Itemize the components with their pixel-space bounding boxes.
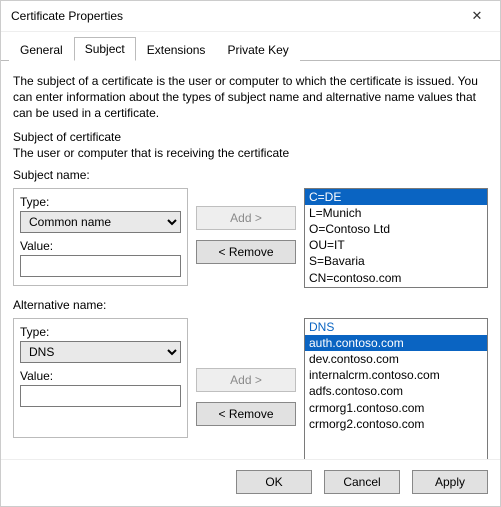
tab-general[interactable]: General xyxy=(9,38,74,61)
subject-heading: Subject of certificate xyxy=(13,130,488,144)
altname-name-label: Alternative name: xyxy=(13,298,488,312)
alternative-name-row: Type: DNS Value: Add > < Remove DNS auth… xyxy=(13,318,488,459)
list-item[interactable]: internalcrm.contoso.com xyxy=(305,367,487,383)
altname-type-select[interactable]: DNS xyxy=(20,341,181,363)
list-item[interactable]: S=Bavaria xyxy=(305,253,487,269)
tab-private-key[interactable]: Private Key xyxy=(216,38,299,61)
list-item[interactable]: CN=contoso.com xyxy=(305,270,487,286)
altname-value-label: Value: xyxy=(20,369,181,383)
subject-remove-button[interactable]: < Remove xyxy=(196,240,296,264)
cancel-button[interactable]: Cancel xyxy=(324,470,400,494)
dialog-button-bar: OK Cancel Apply xyxy=(1,459,500,506)
list-item[interactable]: O=Contoso Ltd xyxy=(305,221,487,237)
window-title: Certificate Properties xyxy=(11,9,456,23)
apply-button[interactable]: Apply xyxy=(412,470,488,494)
list-item[interactable]: crmorg2.contoso.com xyxy=(305,416,487,432)
list-item[interactable]: crmorg1.contoso.com xyxy=(305,400,487,416)
subject-list-container: C=DE L=Munich O=Contoso Ltd OU=IT S=Bava… xyxy=(304,188,488,288)
subject-buttons: Add > < Remove xyxy=(196,188,296,264)
subject-add-button[interactable]: Add > xyxy=(196,206,296,230)
tab-extensions[interactable]: Extensions xyxy=(136,38,217,61)
subject-subheading: The user or computer that is receiving t… xyxy=(13,146,488,160)
list-item[interactable]: OU=IT xyxy=(305,237,487,253)
list-item[interactable]: C=DE xyxy=(305,189,487,205)
list-item[interactable]: L=Munich xyxy=(305,205,487,221)
tab-subject[interactable]: Subject xyxy=(74,37,136,61)
altname-add-button[interactable]: Add > xyxy=(196,368,296,392)
altname-remove-button[interactable]: < Remove xyxy=(196,402,296,426)
subject-name-label: Subject name: xyxy=(13,168,488,182)
tab-strip: General Subject Extensions Private Key xyxy=(1,36,500,61)
altname-list-container: DNS auth.contoso.com dev.contoso.com int… xyxy=(304,318,488,459)
subject-name-row: Type: Common name Value: Add > < Remove … xyxy=(13,188,488,288)
list-item[interactable]: adfs.contoso.com xyxy=(305,383,487,399)
list-header: DNS xyxy=(305,319,487,335)
subject-list[interactable]: C=DE L=Munich O=Contoso Ltd OU=IT S=Bava… xyxy=(304,188,488,288)
subject-value-input[interactable] xyxy=(20,255,181,277)
close-icon: ✕ xyxy=(472,8,483,24)
close-button[interactable]: ✕ xyxy=(456,2,498,30)
altname-value-input[interactable] xyxy=(20,385,181,407)
titlebar: Certificate Properties ✕ xyxy=(1,1,500,32)
intro-text: The subject of a certificate is the user… xyxy=(13,73,488,122)
ok-button[interactable]: OK xyxy=(236,470,312,494)
subject-type-label: Type: xyxy=(20,195,181,209)
altname-panel: Type: DNS Value: xyxy=(13,318,188,438)
subject-type-select[interactable]: Common name xyxy=(20,211,181,233)
altname-type-label: Type: xyxy=(20,325,181,339)
altname-buttons: Add > < Remove xyxy=(196,318,296,426)
subject-value-label: Value: xyxy=(20,239,181,253)
dialog-body: The subject of a certificate is the user… xyxy=(1,61,500,459)
altname-list[interactable]: DNS auth.contoso.com dev.contoso.com int… xyxy=(304,318,488,459)
subject-name-panel: Type: Common name Value: xyxy=(13,188,188,286)
certificate-properties-window: Certificate Properties ✕ General Subject… xyxy=(0,0,501,507)
list-item[interactable]: auth.contoso.com xyxy=(305,335,487,351)
list-item[interactable]: dev.contoso.com xyxy=(305,351,487,367)
